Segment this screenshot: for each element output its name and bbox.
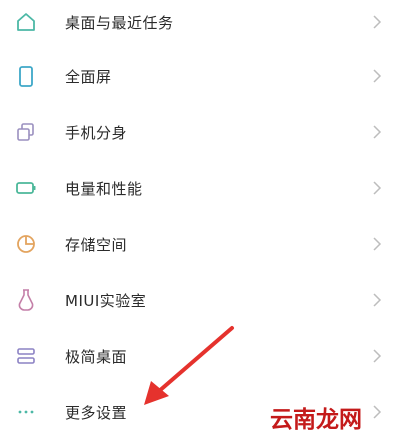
settings-item-full-screen[interactable]: 全面屏 — [0, 48, 400, 104]
settings-item-label: 全面屏 — [65, 67, 112, 86]
clone-icon — [14, 120, 38, 144]
flask-icon — [14, 288, 38, 312]
chevron-right-icon — [370, 12, 384, 32]
home-icon — [14, 10, 38, 34]
minimal-desktop-icon — [14, 344, 38, 368]
chevron-right-icon — [370, 346, 384, 366]
battery-icon — [14, 176, 38, 200]
settings-item-miui-lab[interactable]: MIUI实验室 — [0, 272, 400, 328]
settings-item-desktop-recent-tasks[interactable]: 桌面与最近任务 — [0, 0, 400, 50]
chevron-right-icon — [370, 66, 384, 86]
settings-item-label: 存储空间 — [65, 235, 128, 254]
settings-item-minimal-desktop[interactable]: 极简桌面 — [0, 328, 400, 384]
settings-item-label: 桌面与最近任务 — [65, 13, 174, 32]
settings-item-label: 电量和性能 — [65, 179, 143, 198]
watermark-logo: 云南龙网 云南龙网 — [268, 403, 380, 435]
watermark-text: 云南龙网 — [270, 407, 362, 433]
settings-item-storage[interactable]: 存储空间 — [0, 216, 400, 272]
storage-pie-icon — [14, 232, 38, 256]
chevron-right-icon — [370, 122, 384, 142]
settings-list: 桌面与最近任务 全面屏 手机分身 电量和性能 存储空间 MIUI实验室 极简桌面… — [0, 0, 400, 447]
chevron-right-icon — [370, 234, 384, 254]
settings-item-label: 更多设置 — [65, 403, 128, 422]
settings-item-label: 极简桌面 — [65, 347, 128, 366]
settings-item-battery-performance[interactable]: 电量和性能 — [0, 160, 400, 216]
settings-item-second-space[interactable]: 手机分身 — [0, 104, 400, 160]
more-dots-icon — [14, 400, 38, 424]
chevron-right-icon — [370, 178, 384, 198]
settings-item-label: MIUI实验室 — [65, 291, 147, 310]
settings-item-label: 手机分身 — [65, 123, 128, 142]
phone-icon — [14, 64, 38, 88]
chevron-right-icon — [370, 290, 384, 310]
